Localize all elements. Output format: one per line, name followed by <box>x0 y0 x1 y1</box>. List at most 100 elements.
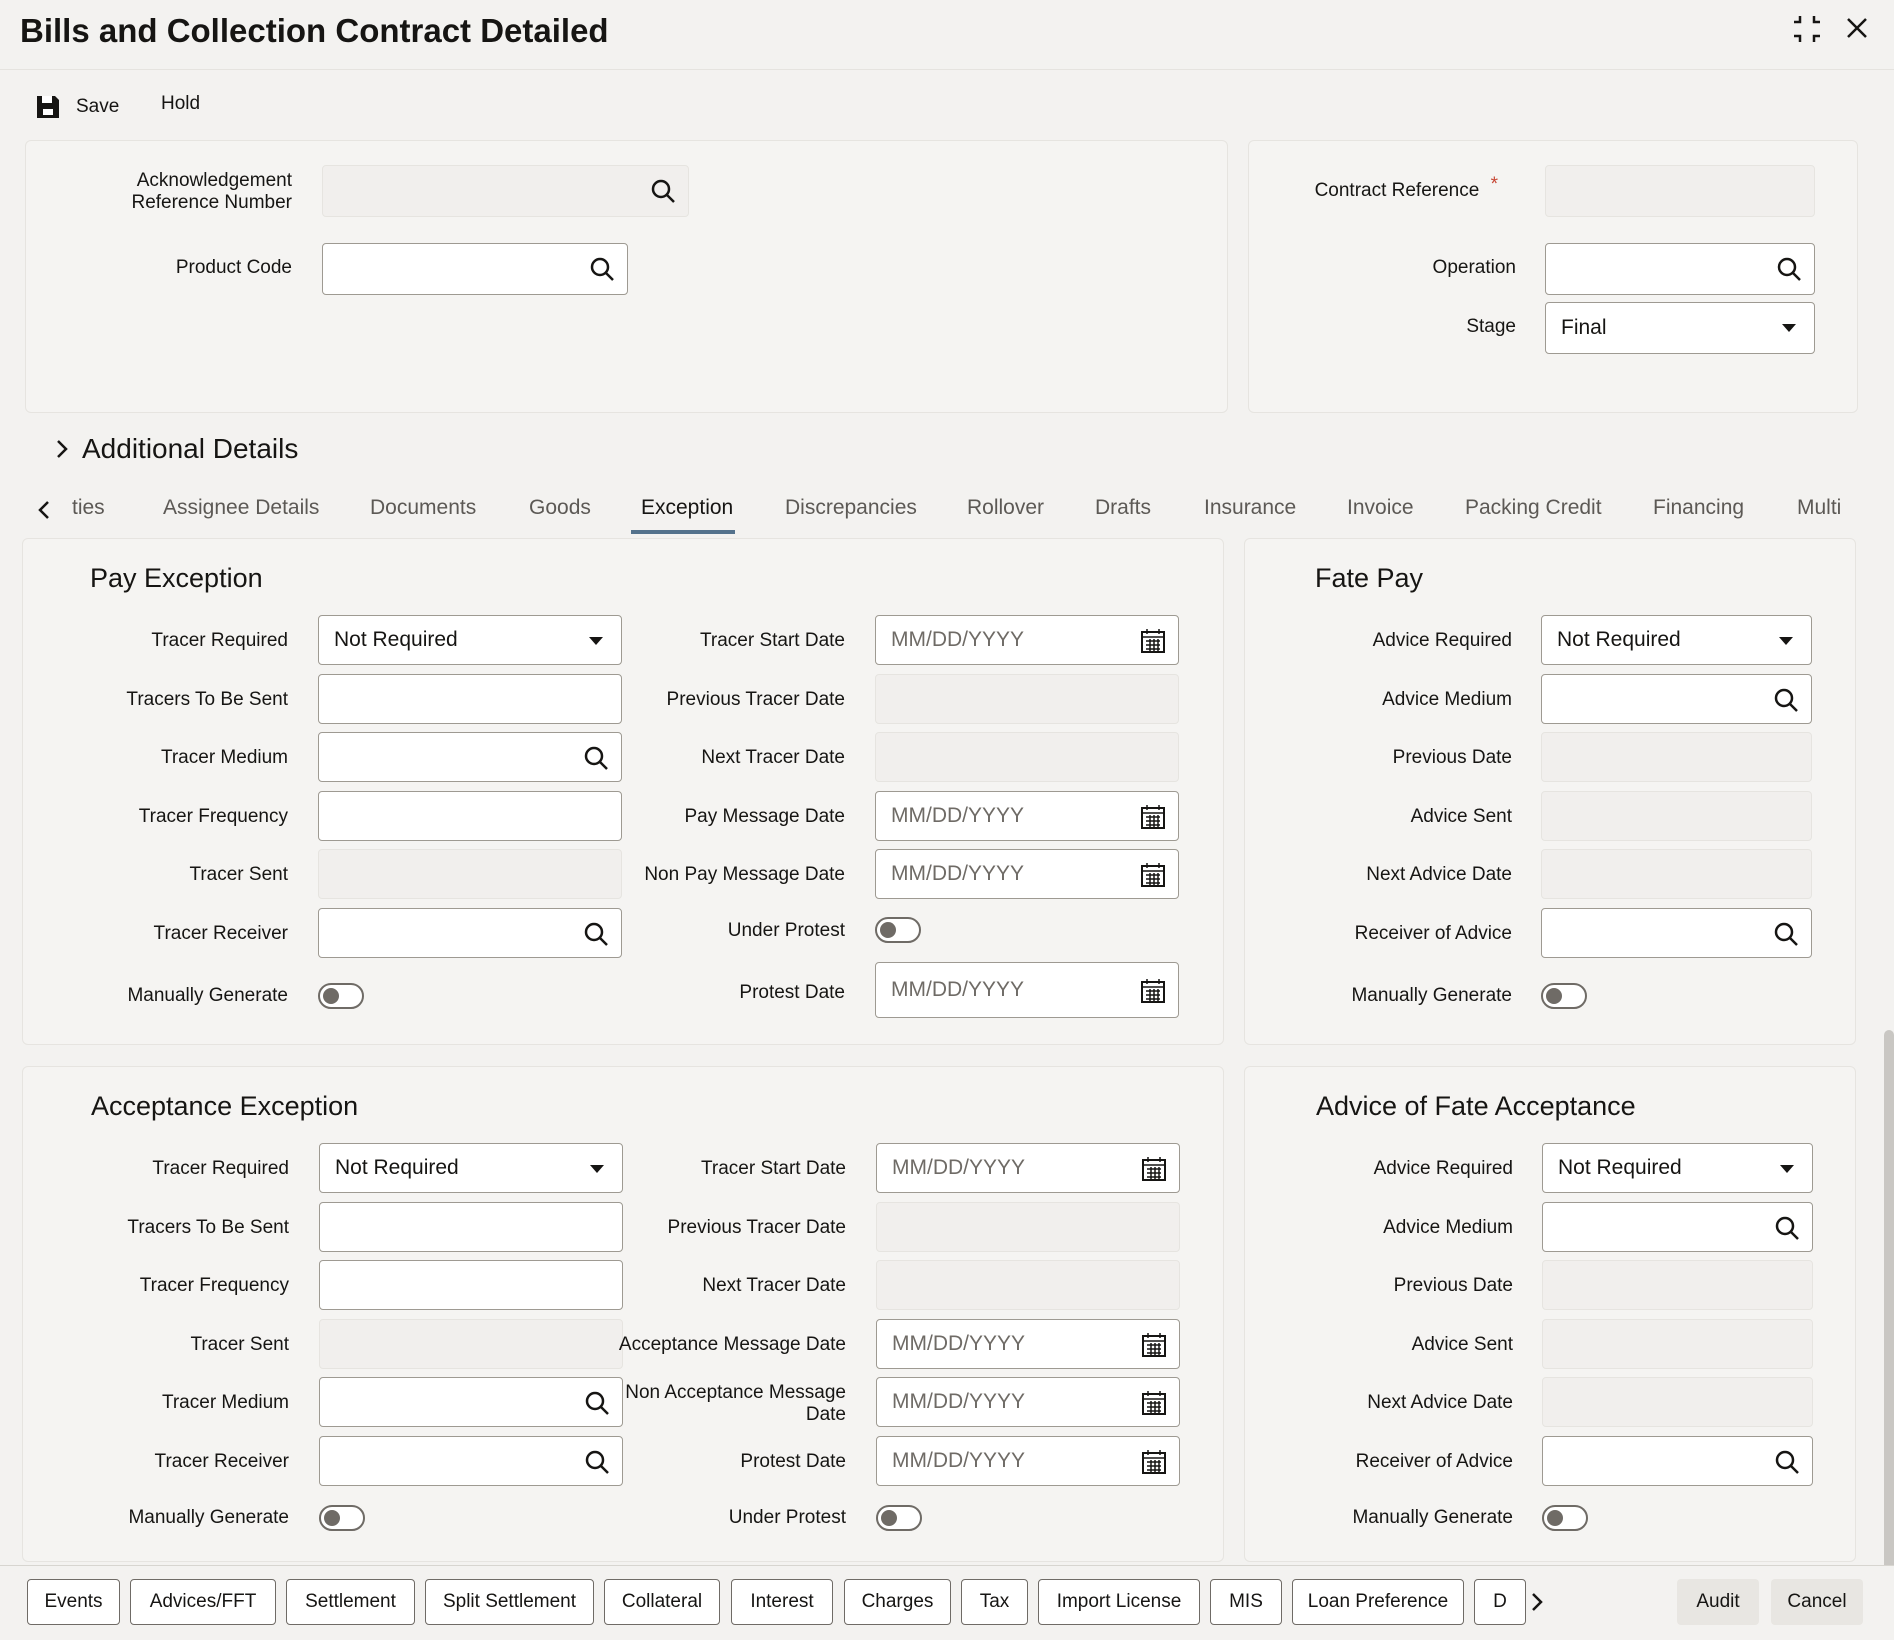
previous-date-input[interactable] <box>1541 732 1812 782</box>
ack-ref-input[interactable] <box>322 165 689 217</box>
close-icon[interactable] <box>1843 14 1871 50</box>
chevron-right-icon[interactable] <box>1528 1588 1546 1622</box>
acceptance-message-date-input[interactable]: MM/DD/YYYY <box>876 1319 1180 1369</box>
additional-details-toggle[interactable]: Additional Details <box>52 433 298 465</box>
search-icon[interactable] <box>583 745 609 771</box>
vertical-scrollbar[interactable] <box>1884 1030 1894 1570</box>
hold-button[interactable]: Hold <box>161 93 200 115</box>
protest-date-input[interactable]: MM/DD/YYYY <box>875 962 1179 1018</box>
search-icon[interactable] <box>584 1449 610 1475</box>
save-button[interactable]: Save <box>34 93 119 121</box>
advices-fft-button[interactable]: Advices/FFT <box>130 1579 276 1625</box>
minimize-icon[interactable] <box>1792 14 1822 52</box>
next-advice-date-input[interactable] <box>1542 1377 1813 1427</box>
events-button[interactable]: Events <box>27 1579 120 1625</box>
product-code-input[interactable] <box>322 243 628 295</box>
next-advice-date-input[interactable] <box>1541 849 1812 899</box>
manually-generate-toggle[interactable] <box>318 983 364 1009</box>
next-tracer-date-input[interactable] <box>875 732 1179 782</box>
previous-tracer-date-input[interactable] <box>876 1202 1180 1252</box>
search-icon[interactable] <box>583 921 609 947</box>
tracers-to-be-sent-input[interactable] <box>319 1202 623 1252</box>
receiver-of-advice-input[interactable] <box>1541 908 1812 958</box>
interest-button[interactable]: Interest <box>731 1579 833 1625</box>
tax-button[interactable]: Tax <box>961 1579 1028 1625</box>
stage-select[interactable]: Final <box>1545 302 1815 354</box>
search-icon[interactable] <box>650 178 676 204</box>
tab-financing[interactable]: Financing <box>1653 496 1744 520</box>
calendar-icon[interactable] <box>1140 978 1166 1004</box>
d-button[interactable]: D <box>1474 1579 1526 1625</box>
settlement-button[interactable]: Settlement <box>286 1579 415 1625</box>
calendar-icon[interactable] <box>1141 1449 1167 1475</box>
calendar-icon[interactable] <box>1141 1390 1167 1416</box>
tracer-required-select[interactable]: Not Required <box>319 1143 623 1193</box>
tracer-receiver-input[interactable] <box>319 1436 623 1486</box>
next-tracer-date-input[interactable] <box>876 1260 1180 1310</box>
non-pay-message-date-input[interactable]: MM/DD/YYYY <box>875 849 1179 899</box>
tab-assignee-details[interactable]: Assignee Details <box>163 496 319 520</box>
advice-medium-input[interactable] <box>1542 1202 1813 1252</box>
charges-button[interactable]: Charges <box>844 1579 951 1625</box>
calendar-icon[interactable] <box>1141 1156 1167 1182</box>
advice-sent-input[interactable] <box>1542 1319 1813 1369</box>
tab-invoice[interactable]: Invoice <box>1347 496 1414 520</box>
calendar-icon[interactable] <box>1140 804 1166 830</box>
tracer-frequency-input[interactable] <box>319 1260 623 1310</box>
collateral-button[interactable]: Collateral <box>604 1579 720 1625</box>
tracer-sent-input[interactable] <box>319 1319 623 1369</box>
under-protest-toggle[interactable] <box>875 917 921 943</box>
tracer-start-date-input[interactable]: MM/DD/YYYY <box>875 615 1179 665</box>
search-icon[interactable] <box>589 256 615 282</box>
tab-discrepancies[interactable]: Discrepancies <box>785 496 917 520</box>
search-icon[interactable] <box>584 1390 610 1416</box>
search-icon[interactable] <box>1774 1449 1800 1475</box>
tab-parties[interactable]: ties <box>72 496 105 520</box>
mis-button[interactable]: MIS <box>1210 1579 1282 1625</box>
split-settlement-button[interactable]: Split Settlement <box>425 1579 594 1625</box>
calendar-icon[interactable] <box>1140 628 1166 654</box>
calendar-icon[interactable] <box>1141 1332 1167 1358</box>
chevron-left-icon[interactable] <box>36 496 52 530</box>
tab-insurance[interactable]: Insurance <box>1204 496 1296 520</box>
loan-preference-button[interactable]: Loan Preference <box>1292 1579 1464 1625</box>
tab-documents[interactable]: Documents <box>370 496 476 520</box>
non-acceptance-message-date-input[interactable]: MM/DD/YYYY <box>876 1377 1180 1427</box>
cancel-button[interactable]: Cancel <box>1771 1579 1863 1625</box>
tracer-receiver-input[interactable] <box>318 908 622 958</box>
import-license-button[interactable]: Import License <box>1038 1579 1200 1625</box>
tab-drafts[interactable]: Drafts <box>1095 496 1151 520</box>
manually-generate-toggle[interactable] <box>1541 983 1587 1009</box>
search-icon[interactable] <box>1773 921 1799 947</box>
tracer-start-date-input[interactable]: MM/DD/YYYY <box>876 1143 1180 1193</box>
pay-message-date-input[interactable]: MM/DD/YYYY <box>875 791 1179 841</box>
tracer-frequency-input[interactable] <box>318 791 622 841</box>
tab-multi[interactable]: Multi <box>1797 496 1841 520</box>
audit-button[interactable]: Audit <box>1677 1579 1759 1625</box>
tab-packing-credit[interactable]: Packing Credit <box>1465 496 1602 520</box>
advice-sent-input[interactable] <box>1541 791 1812 841</box>
calendar-icon[interactable] <box>1140 862 1166 888</box>
tab-exception[interactable]: Exception <box>641 496 733 520</box>
protest-date-input[interactable]: MM/DD/YYYY <box>876 1436 1180 1486</box>
contract-ref-input[interactable] <box>1545 165 1815 217</box>
previous-date-input[interactable] <box>1542 1260 1813 1310</box>
search-icon[interactable] <box>1776 256 1802 282</box>
advice-required-select[interactable]: Not Required <box>1541 615 1812 665</box>
under-protest-toggle[interactable] <box>876 1505 922 1531</box>
tab-goods[interactable]: Goods <box>529 496 591 520</box>
tab-rollover[interactable]: Rollover <box>967 496 1044 520</box>
manually-generate-toggle[interactable] <box>1542 1505 1588 1531</box>
advice-medium-input[interactable] <box>1541 674 1812 724</box>
tracers-to-be-sent-input[interactable] <box>318 674 622 724</box>
search-icon[interactable] <box>1773 687 1799 713</box>
tracer-medium-input[interactable] <box>318 732 622 782</box>
operation-input[interactable] <box>1545 243 1815 295</box>
tracer-medium-input[interactable] <box>319 1377 623 1427</box>
tracer-required-select[interactable]: Not Required <box>318 615 622 665</box>
receiver-of-advice-input[interactable] <box>1542 1436 1813 1486</box>
previous-tracer-date-input[interactable] <box>875 674 1179 724</box>
search-icon[interactable] <box>1774 1215 1800 1241</box>
manually-generate-toggle[interactable] <box>319 1505 365 1531</box>
advice-required-select[interactable]: Not Required <box>1542 1143 1813 1193</box>
